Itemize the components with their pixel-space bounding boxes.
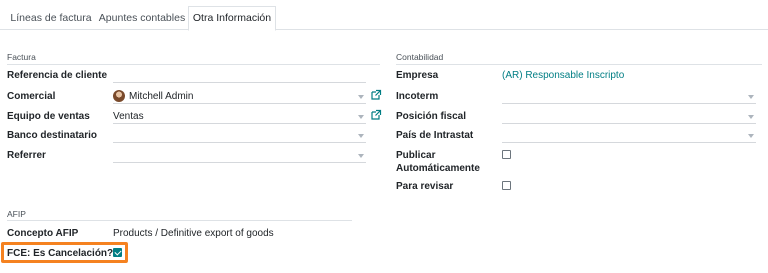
- referencia-cliente-underline: [113, 82, 366, 83]
- fce-cancelacion-label: FCE: Es Cancelación?: [7, 248, 114, 259]
- notebook-tabs: Líneas de factura Apuntes contables Otra…: [0, 0, 768, 31]
- tab-apuntes-contables[interactable]: Apuntes contables: [96, 6, 188, 30]
- posicion-fiscal-chevron-down-icon[interactable]: [748, 115, 754, 119]
- para-revisar-label: Para revisar: [396, 181, 454, 192]
- fce-cancelacion-checkbox[interactable]: [113, 248, 122, 257]
- contabilidad-group-title: Contabilidad: [396, 52, 444, 62]
- pais-intrastat-select[interactable]: [502, 142, 756, 143]
- banco-destinatario-chevron-down-icon[interactable]: [358, 134, 364, 138]
- pais-intrastat-chevron-down-icon[interactable]: [748, 134, 754, 138]
- concepto-afip-label: Concepto AFIP: [7, 228, 79, 239]
- tab-otra-informacion[interactable]: Otra Información: [188, 6, 276, 31]
- posicion-fiscal-label: Posición fiscal: [396, 111, 467, 122]
- incoterm-chevron-down-icon[interactable]: [748, 95, 754, 99]
- publicar-label-line1: Publicar: [396, 150, 436, 161]
- banco-destinatario-underline: [113, 142, 366, 143]
- incoterm-select[interactable]: [502, 103, 756, 104]
- comercial-chevron-down-icon[interactable]: [358, 95, 364, 99]
- concepto-afip-value[interactable]: Products / Definitive export of goods: [113, 227, 274, 240]
- equipo-ventas-label: Equipo de ventas: [7, 111, 90, 122]
- comercial-select[interactable]: Mitchell Admin: [129, 90, 193, 103]
- comercial-underline: [113, 103, 366, 104]
- contabilidad-separator: [396, 64, 762, 65]
- pais-intrastat-label: País de Intrastat: [396, 130, 474, 141]
- para-revisar-checkbox[interactable]: [502, 181, 511, 190]
- empresa-value: (AR) Responsable Inscripto: [502, 70, 625, 81]
- posicion-fiscal-select[interactable]: [502, 123, 756, 124]
- afip-separator: [7, 220, 352, 221]
- user-avatar: [113, 90, 125, 102]
- equipo-ventas-external-link-icon[interactable]: [370, 109, 382, 121]
- referrer-underline: [113, 162, 366, 163]
- equipo-ventas-select[interactable]: Ventas: [113, 110, 144, 123]
- factura-group-title: Factura: [7, 52, 36, 62]
- empresa-label: Empresa: [396, 70, 439, 81]
- comercial-label: Comercial: [7, 91, 56, 102]
- publicar-checkbox[interactable]: [502, 150, 511, 159]
- referrer-label: Referrer: [7, 150, 46, 161]
- equipo-ventas-underline: [113, 123, 366, 124]
- referrer-chevron-down-icon[interactable]: [358, 154, 364, 158]
- tab-lineas-de-factura[interactable]: Líneas de factura: [6, 6, 96, 30]
- comercial-external-link-icon[interactable]: [370, 89, 382, 101]
- publicar-label-line2: Automáticamente: [396, 163, 480, 174]
- incoterm-label: Incoterm: [396, 91, 439, 102]
- banco-destinatario-label: Banco destinatario: [7, 130, 98, 141]
- factura-separator: [7, 64, 380, 65]
- equipo-ventas-chevron-down-icon[interactable]: [358, 115, 364, 119]
- afip-group-title: AFIP: [7, 209, 26, 219]
- referencia-cliente-label: Referencia de cliente: [7, 70, 108, 81]
